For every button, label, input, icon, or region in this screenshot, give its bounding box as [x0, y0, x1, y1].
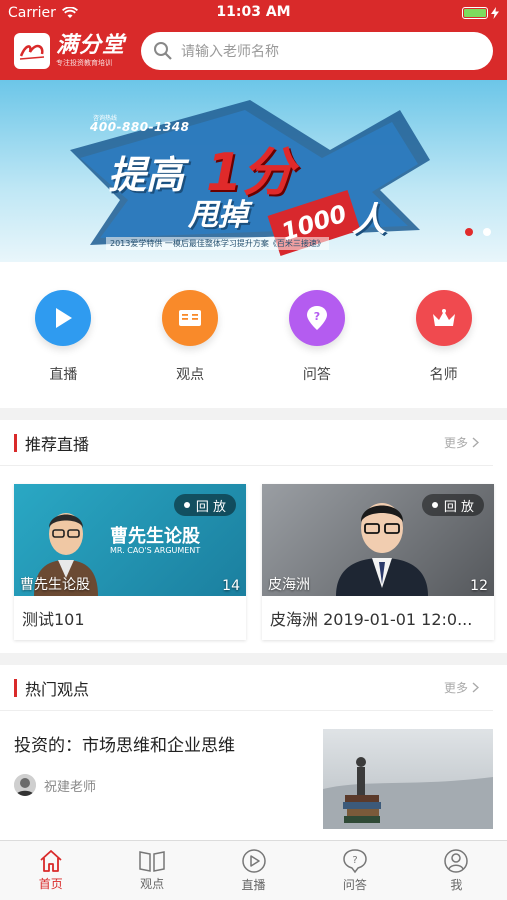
tab-live[interactable]: 直播	[203, 841, 304, 900]
hot-views-section: 热门观点 更多 投资的：市场思维和企业思维 祝建老师	[0, 665, 507, 840]
live-card[interactable]: 曹先生论股 MR. CAO'S ARGUMENT 回 放 曹先生论股 14 测试	[14, 484, 246, 640]
quick-entry-label: 名师	[429, 367, 458, 383]
live-thumbnail: 曹先生论股 MR. CAO'S ARGUMENT 回 放 曹先生论股 14	[14, 484, 246, 596]
quick-entry-views[interactable]: 观点	[145, 290, 235, 408]
view-count: 14	[222, 578, 240, 594]
thumb-brand-subtitle: MR. CAO'S ARGUMENT	[110, 546, 201, 555]
tab-views[interactable]: 观点	[101, 841, 202, 900]
quick-entry-grid: 直播 观点 ? 问答 名师	[0, 262, 507, 408]
live-card[interactable]: 回 放 皮海洲 12 皮海洲 2019-01-01 12:0...	[262, 484, 494, 640]
battery-icon	[462, 7, 488, 19]
replay-badge: 回 放	[421, 494, 484, 516]
live-title: 皮海洲 2019-01-01 12:0...	[270, 610, 473, 629]
logo-badge-icon	[14, 33, 50, 69]
home-icon	[40, 850, 62, 872]
banner-pagination	[465, 228, 491, 236]
question-bubble-icon: ?	[343, 849, 367, 874]
battery-indicator	[462, 7, 499, 19]
article-item[interactable]: 投资的：市场思维和企业思维 祝建老师	[0, 711, 507, 829]
section-title: 热门观点	[14, 676, 89, 700]
crown-icon	[415, 290, 472, 346]
section-header: 推荐直播 更多	[0, 420, 493, 466]
bottom-tab-bar: 首页 观点 直播 ? 问答 我	[0, 840, 507, 900]
live-title: 测试101	[22, 610, 85, 629]
svg-text:?: ?	[352, 855, 357, 866]
replay-dot	[431, 502, 438, 508]
search-icon	[154, 42, 172, 60]
user-icon	[444, 849, 469, 873]
wifi-icon	[61, 7, 78, 18]
replay-badge: 回 放	[173, 494, 236, 516]
app-logo[interactable]: 满分堂 专注投资教育培训	[14, 33, 125, 69]
logo-subtitle: 专注投资教育培训	[56, 59, 112, 67]
quick-entry-label: 直播	[49, 367, 78, 383]
tab-label: 观点	[140, 877, 165, 891]
status-bar: Carrier 11:03 AM	[0, 0, 507, 26]
tab-label: 问答	[342, 878, 367, 892]
replay-label: 回 放	[195, 499, 226, 515]
quick-entry-qa[interactable]: ? 问答	[272, 290, 362, 408]
title-accent-bar	[14, 678, 17, 697]
quick-entry-label: 问答	[302, 367, 331, 383]
book-icon	[162, 290, 219, 346]
question-icon: ?	[288, 290, 345, 346]
more-label: 更多	[443, 681, 468, 695]
banner-headline-2: 甩掉	[188, 198, 248, 233]
banner-dot[interactable]	[465, 228, 473, 236]
promo-banner[interactable]: 咨询热线 400-880-1348 提高 1分 甩掉 1000 人 2013爱学…	[0, 80, 507, 262]
replay-label: 回 放	[443, 499, 474, 515]
logo-title: 满分堂	[56, 33, 126, 58]
chevron-right-icon	[472, 682, 479, 693]
top-header: Carrier 11:03 AM 满分堂 专注投资教育培训 请输入老师名称	[0, 0, 507, 80]
view-count: 12	[470, 578, 488, 594]
quick-entry-label: 观点	[176, 367, 205, 383]
teacher-name: 皮海洲	[268, 577, 310, 593]
thumb-brand-title: 曹先生论股	[110, 526, 200, 547]
author-avatar	[14, 774, 36, 796]
play-icon	[35, 290, 92, 346]
banner-dot[interactable]	[483, 228, 491, 236]
svg-text:?: ?	[314, 310, 320, 323]
banner-headline-3: 人	[352, 200, 386, 240]
more-link[interactable]: 更多	[444, 679, 479, 696]
tab-me[interactable]: 我	[406, 841, 507, 900]
search-input[interactable]: 请输入老师名称	[141, 32, 493, 70]
banner-subtitle: 2013爱学特供 一模后最佳整体学习提升方案《百米三接速》	[106, 237, 329, 250]
play-circle-icon	[241, 849, 266, 873]
section-title-text: 推荐直播	[25, 434, 90, 454]
book-open-icon	[139, 851, 165, 872]
article-text: 投资的：市场思维和企业思维 祝建老师	[14, 729, 307, 829]
tab-label: 直播	[241, 878, 266, 892]
more-link[interactable]: 更多	[444, 434, 479, 451]
article-title: 投资的：市场思维和企业思维	[14, 736, 235, 756]
teacher-photo	[336, 503, 428, 596]
section-title-text: 热门观点	[25, 679, 90, 699]
quick-entry-teachers[interactable]: 名师	[399, 290, 489, 408]
section-header: 热门观点 更多	[0, 665, 493, 711]
recommended-live-section: 推荐直播 更多 曹先生论股 MR. CAO'S ARGUMENT 回 放 曹先生…	[0, 420, 507, 653]
section-title: 推荐直播	[14, 431, 89, 455]
teacher-name: 曹先生论股	[20, 577, 90, 593]
live-card-list: 曹先生论股 MR. CAO'S ARGUMENT 回 放 曹先生论股 14 测试	[0, 466, 507, 640]
carrier-label: Carrier	[8, 5, 56, 21]
tab-qa[interactable]: ? 问答	[304, 841, 405, 900]
live-thumbnail: 回 放 皮海洲 12	[262, 484, 494, 596]
banner-headline-1: 提高	[108, 153, 185, 197]
tab-label: 首页	[38, 877, 63, 891]
tab-home[interactable]: 首页	[0, 841, 101, 900]
author-name: 祝建老师	[44, 779, 97, 795]
chevron-right-icon	[472, 437, 479, 448]
tab-label: 我	[450, 878, 463, 892]
article-author: 祝建老师	[14, 774, 307, 796]
banner-phone: 400-880-1348	[90, 120, 190, 134]
search-placeholder: 请输入老师名称	[181, 44, 280, 60]
charging-icon	[491, 7, 499, 19]
article-thumbnail	[323, 729, 493, 829]
replay-dot	[183, 502, 190, 508]
quick-entry-live[interactable]: 直播	[18, 290, 108, 408]
carrier-group: Carrier	[8, 5, 78, 21]
title-accent-bar	[14, 433, 17, 452]
nav-row: 满分堂 专注投资教育培训 请输入老师名称	[0, 26, 507, 76]
more-label: 更多	[443, 436, 468, 450]
